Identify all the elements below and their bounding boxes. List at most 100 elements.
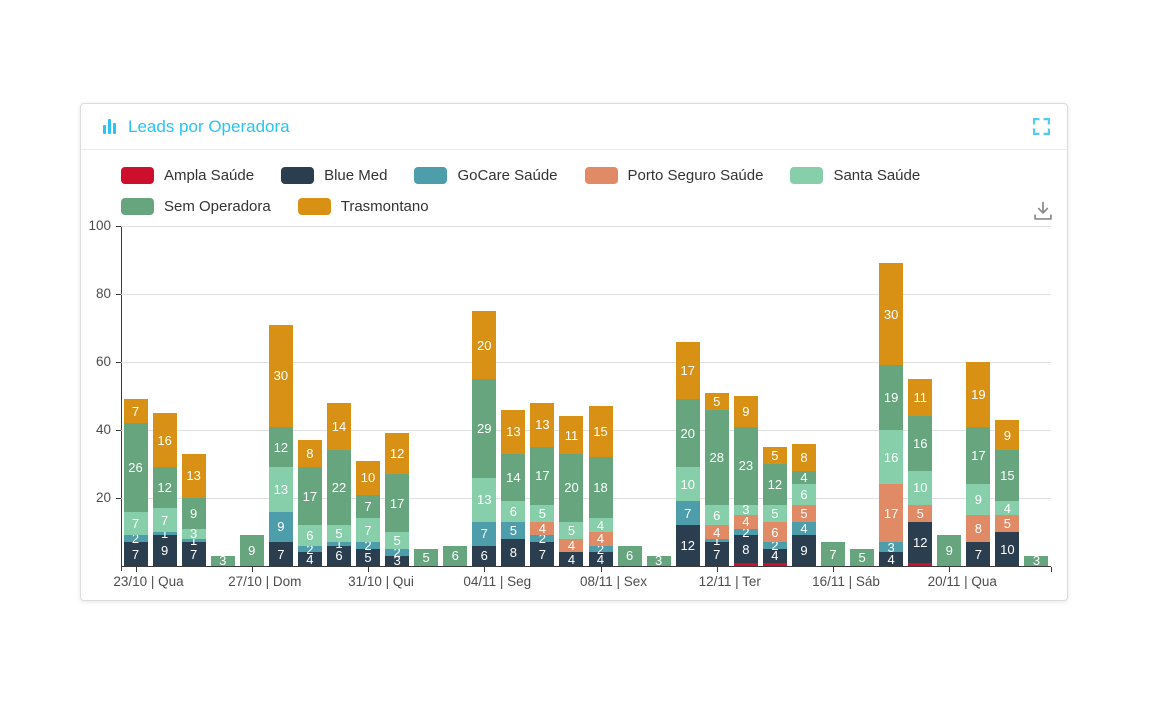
- bar-segment-12-11-2[interactable]: 7: [705, 542, 729, 566]
- bar-segment-28-10-5[interactable]: 13: [269, 467, 293, 511]
- bar-segment-04-11-7[interactable]: 20: [472, 311, 496, 379]
- bar-segment-18-11-5[interactable]: 16: [879, 430, 903, 484]
- bar-segment-10-11-6[interactable]: 3: [647, 556, 671, 566]
- bar-segment-27-10-6[interactable]: 9: [240, 535, 264, 566]
- bar-segment-04-11-3[interactable]: 7: [472, 522, 496, 546]
- bar-segment-07-11-7[interactable]: 11: [559, 416, 583, 453]
- bar-segment-25-10-2[interactable]: 7: [182, 542, 206, 566]
- bar-segment-29-10-6[interactable]: 17: [298, 467, 322, 525]
- bar-segment-07-11-2[interactable]: 4: [559, 552, 583, 566]
- bar-segment-23-10-6[interactable]: 26: [124, 423, 148, 511]
- bar-segment-13-11-2[interactable]: 8: [734, 535, 758, 562]
- bar-segment-13-11-6[interactable]: 23: [734, 427, 758, 505]
- bar-segment-08-11-7[interactable]: 15: [589, 406, 613, 457]
- bar-segment-14-11-2[interactable]: 4: [763, 549, 787, 563]
- bar-segment-04-11-2[interactable]: 6: [472, 546, 496, 566]
- bar-segment-14-11-1[interactable]: [763, 563, 787, 566]
- bar-segment-22-11-4[interactable]: 5: [995, 515, 1019, 532]
- bar-segment-06-11-6[interactable]: 17: [530, 447, 554, 505]
- bar-segment-06-11-3[interactable]: 2: [530, 535, 554, 542]
- bar-segment-18-11-7[interactable]: 30: [879, 263, 903, 365]
- bar-segment-21-11-4[interactable]: 8: [966, 515, 990, 542]
- bar-segment-11-11-3[interactable]: 7: [676, 501, 700, 525]
- bar-segment-08-11-6[interactable]: 18: [589, 457, 613, 518]
- bar-segment-05-11-5[interactable]: 6: [501, 501, 525, 521]
- bar-segment-15-11-5[interactable]: 6: [792, 484, 816, 504]
- bar-segment-18-11-6[interactable]: 19: [879, 365, 903, 430]
- bar-segment-11-11-7[interactable]: 17: [676, 342, 700, 400]
- bar-segment-22-11-5[interactable]: 4: [995, 501, 1019, 515]
- bar-segment-30-10-7[interactable]: 14: [327, 403, 351, 451]
- bar-segment-01-11-2[interactable]: 3: [385, 556, 409, 566]
- bar-segment-12-11-3[interactable]: 1: [705, 539, 729, 542]
- bar-segment-30-10-6[interactable]: 22: [327, 450, 351, 525]
- bar-segment-01-11-6[interactable]: 17: [385, 474, 409, 532]
- bar-segment-24-10-2[interactable]: 9: [153, 535, 177, 566]
- bar-segment-23-10-7[interactable]: 7: [124, 399, 148, 423]
- bar-segment-21-11-5[interactable]: 9: [966, 484, 990, 515]
- legend-item-2[interactable]: Blue Med: [281, 167, 387, 184]
- bar-segment-19-11-1[interactable]: [908, 563, 932, 566]
- bar-segment-06-11-4[interactable]: 4: [530, 522, 554, 536]
- bar-segment-23-10-3[interactable]: 2: [124, 535, 148, 542]
- bar-segment-03-11-6[interactable]: 6: [443, 546, 467, 566]
- bar-segment-05-11-2[interactable]: 8: [501, 539, 525, 566]
- bar-segment-11-11-5[interactable]: 10: [676, 467, 700, 501]
- bar-segment-06-11-5[interactable]: 5: [530, 505, 554, 522]
- bar-segment-14-11-3[interactable]: 2: [763, 542, 787, 549]
- expand-icon[interactable]: [1031, 117, 1051, 137]
- bar-segment-28-10-6[interactable]: 12: [269, 427, 293, 468]
- bar-segment-18-11-2[interactable]: 4: [879, 552, 903, 566]
- bar-segment-02-11-6[interactable]: 5: [414, 549, 438, 566]
- bar-segment-11-11-2[interactable]: 12: [676, 525, 700, 566]
- bar-segment-12-11-5[interactable]: 6: [705, 505, 729, 525]
- bar-segment-24-10-3[interactable]: 1: [153, 532, 177, 535]
- bar-segment-15-11-3[interactable]: 4: [792, 522, 816, 536]
- bar-segment-06-11-2[interactable]: 7: [530, 542, 554, 566]
- bar-segment-05-11-3[interactable]: 5: [501, 522, 525, 539]
- bar-segment-25-10-7[interactable]: 13: [182, 454, 206, 498]
- bar-segment-15-11-2[interactable]: 9: [792, 535, 816, 566]
- bar-segment-15-11-7[interactable]: 8: [792, 444, 816, 471]
- bar-segment-12-11-7[interactable]: 5: [705, 393, 729, 410]
- bar-segment-28-10-3[interactable]: 9: [269, 512, 293, 543]
- bar-segment-22-11-6[interactable]: 15: [995, 450, 1019, 501]
- bar-segment-16-11-6[interactable]: 7: [821, 542, 845, 566]
- bar-segment-24-10-6[interactable]: 12: [153, 467, 177, 508]
- bar-segment-30-10-3[interactable]: 1: [327, 542, 351, 545]
- bar-segment-12-11-4[interactable]: 4: [705, 525, 729, 539]
- bar-segment-07-11-6[interactable]: 20: [559, 454, 583, 522]
- bar-segment-14-11-4[interactable]: 6: [763, 522, 787, 542]
- bar-segment-19-11-6[interactable]: 16: [908, 416, 932, 470]
- bar-segment-31-10-6[interactable]: 7: [356, 495, 380, 519]
- legend-item-5[interactable]: Santa Saúde: [790, 167, 920, 184]
- download-icon[interactable]: [1032, 200, 1054, 222]
- legend-item-7[interactable]: Trasmontano: [298, 198, 429, 215]
- bar-segment-31-10-5[interactable]: 7: [356, 518, 380, 542]
- bar-segment-06-11-7[interactable]: 13: [530, 403, 554, 447]
- bar-segment-31-10-7[interactable]: 10: [356, 461, 380, 495]
- bar-segment-29-10-5[interactable]: 6: [298, 525, 322, 545]
- bar-segment-29-10-3[interactable]: 2: [298, 546, 322, 553]
- bar-segment-21-11-7[interactable]: 19: [966, 362, 990, 427]
- bar-segment-30-10-5[interactable]: 5: [327, 525, 351, 542]
- bar-segment-05-11-6[interactable]: 14: [501, 454, 525, 502]
- bar-segment-04-11-5[interactable]: 13: [472, 478, 496, 522]
- bar-segment-18-11-4[interactable]: 17: [879, 484, 903, 542]
- bar-segment-28-10-2[interactable]: 7: [269, 542, 293, 566]
- bar-segment-25-10-5[interactable]: 3: [182, 529, 206, 539]
- bar-segment-19-11-2[interactable]: 12: [908, 522, 932, 563]
- legend-item-4[interactable]: Porto Seguro Saúde: [585, 167, 764, 184]
- bar-segment-22-11-7[interactable]: 9: [995, 420, 1019, 451]
- bar-segment-14-11-5[interactable]: 5: [763, 505, 787, 522]
- bar-segment-24-10-7[interactable]: 16: [153, 413, 177, 467]
- bar-segment-21-11-6[interactable]: 17: [966, 427, 990, 485]
- bar-segment-13-11-4[interactable]: 4: [734, 515, 758, 529]
- bar-segment-23-11-6[interactable]: 3: [1024, 556, 1048, 566]
- bar-segment-13-11-1[interactable]: [734, 563, 758, 566]
- bar-segment-19-11-5[interactable]: 10: [908, 471, 932, 505]
- bar-segment-07-11-5[interactable]: 5: [559, 522, 583, 539]
- bar-segment-31-10-3[interactable]: 2: [356, 542, 380, 549]
- bar-segment-20-11-6[interactable]: 9: [937, 535, 961, 566]
- bar-segment-29-10-7[interactable]: 8: [298, 440, 322, 467]
